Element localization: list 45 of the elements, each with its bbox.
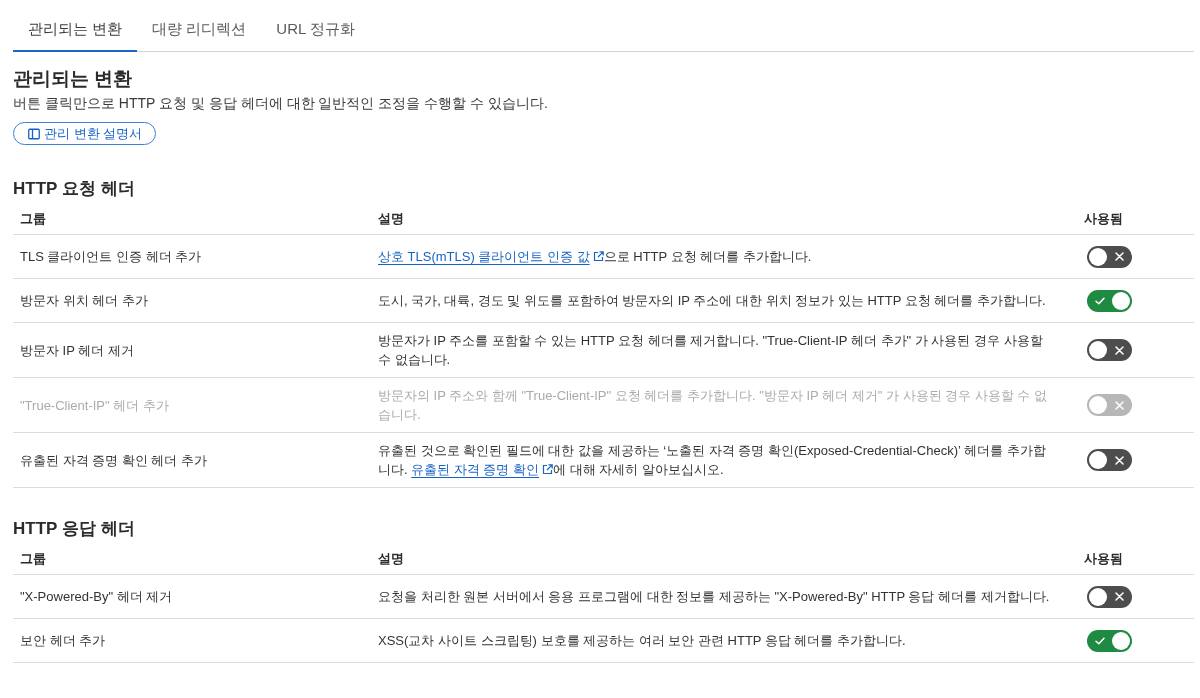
column-header: 그룹 [19,210,47,228]
column-header: 설명 [377,210,405,228]
external-link-icon [592,251,604,262]
description-text: 방문자의 IP 주소와 함께 "True-Client-IP" 요청 헤더를 추가합니다. "방문자 IP 헤더 제거" 가 사용된 경우 사용할 수 없습니다. [378,387,1048,424]
group-name: 보안 헤더 추가 [20,632,106,650]
check-icon [1094,296,1105,305]
cross-icon [1115,252,1124,261]
cross-icon [1115,400,1124,410]
description-text: 상호 TLS(mTLS) 클라이언트 인증 값 으로 HTTP 요청 헤더를 추가합니다. [378,248,812,266]
toggle-switch[interactable] [1087,245,1132,268]
group-name: "X-Powered-By" 헤더 제거 [20,588,173,606]
section-title: HTTP 응답 헤더 [13,518,136,540]
tab[interactable]: URL 정규화 [261,0,370,52]
page-title: 관리되는 변환 [13,67,134,91]
description-text: XSS(교차 사이트 스크립팅) 보호를 제공하는 여러 보안 관련 HTTP 응답 헤더를 추가합니다. [378,632,906,650]
toggle-switch[interactable] [1087,629,1132,652]
external-link-icon [542,464,554,475]
cross-icon [1115,345,1124,355]
column-header: 그룹 [19,550,47,568]
section-title: HTTP 요청 헤더 [13,178,136,200]
toggle-switch[interactable] [1087,449,1132,471]
column-header: 사용됨 [1083,550,1124,568]
group-name: 유출된 자격 증명 확인 헤더 추가 [20,451,208,470]
description-text: 요청을 처리한 원본 서버에서 응용 프로그램에 대한 정보를 제공하는 "X-Powered-By" HTTP 응답 헤더를 제거합니다. [378,588,1050,606]
doc-link[interactable]: 상호 TLS(mTLS) 클라이언트 인증 값 [378,249,604,264]
description-text: 유출된 것으로 확인된 필드에 대한 값을 제공하는 ‘노출된 자격 증명 확인(Exposed-Credential-Check)’ 헤더를 추가합니다. 유출된 자격 증명 확인 에 대해 자세히 알아보십시오. [378,442,1047,479]
group-name: TLS 클라이언트 인증 헤더 추가 [20,248,202,266]
tab[interactable]: 관리되는 변환 [13,0,138,52]
check-icon [1094,636,1105,645]
description-text: 방문자가 IP 주소를 포함할 수 있는 HTTP 요청 헤더를 제거합니다. "True-Client-IP 헤더 추가" 가 사용된 경우 사용할 수 없습니다. [378,332,1044,369]
cross-icon [1115,592,1124,601]
tab[interactable]: 대량 리디렉션 [137,0,262,52]
doc-link[interactable]: 유출된 자격 증명 확인 [411,462,554,477]
book-icon [28,127,40,140]
group-name: "True-Client-IP" 헤더 추가 [20,396,169,415]
toggle-switch[interactable] [1087,289,1132,312]
toggle-switch[interactable] [1087,585,1132,608]
toggle-switch[interactable] [1087,339,1132,361]
group-name: 방문자 위치 헤더 추가 [20,292,148,310]
page-subtitle: 버튼 클릭만으로 HTTP 요청 및 응답 헤더에 대한 일반적인 조정을 수행할 수 있습니다. [13,94,549,113]
column-header: 설명 [377,550,405,568]
cross-icon [1115,455,1124,465]
group-name: 방문자 IP 헤더 제거 [20,341,134,360]
column-header: 사용됨 [1083,210,1124,228]
description-text: 도시, 국가, 대륙, 경도 및 위도를 포함하여 방문자의 IP 주소에 대한 위치 정보가 있는 HTTP 요청 헤더를 추가합니다. [378,292,1046,310]
